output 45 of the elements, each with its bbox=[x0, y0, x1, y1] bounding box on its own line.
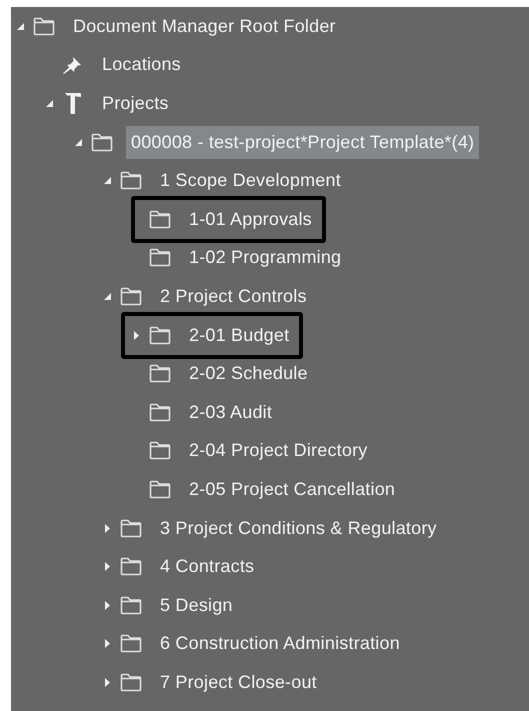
tree-item[interactable]: 2-05 Project Cancellation bbox=[189, 472, 396, 506]
folder-icon bbox=[119, 286, 143, 306]
folder-icon bbox=[119, 518, 143, 538]
collapse-arrow-icon[interactable] bbox=[104, 177, 110, 184]
folder-icon bbox=[119, 557, 143, 576]
tree-item[interactable]: 2-02 Schedule bbox=[189, 357, 308, 390]
tree-item[interactable]: 5 Design bbox=[160, 588, 233, 622]
folder-icon bbox=[148, 210, 172, 229]
collapse-arrow-icon[interactable] bbox=[16, 22, 24, 30]
tree-item[interactable]: Document Manager Root Folder bbox=[73, 10, 336, 43]
expand-arrow-icon[interactable] bbox=[104, 639, 110, 648]
folder-icon bbox=[148, 326, 172, 345]
tree-item[interactable]: 2-01 Budget bbox=[189, 318, 290, 352]
folder-icon bbox=[32, 16, 56, 36]
folder-icon bbox=[119, 171, 143, 190]
folder-icon bbox=[148, 248, 172, 268]
folder-icon bbox=[148, 402, 172, 422]
folder-icon bbox=[119, 596, 143, 615]
expand-arrow-icon[interactable] bbox=[104, 562, 110, 572]
tree-item[interactable]: Projects bbox=[102, 86, 169, 120]
folder-icon bbox=[148, 364, 172, 384]
tree-item[interactable]: 2 Project Controls bbox=[160, 280, 307, 313]
tree-item[interactable]: 000008 - test-project*Project Template*(4) bbox=[126, 126, 480, 159]
folder-icon bbox=[119, 672, 143, 692]
expand-arrow-icon[interactable] bbox=[134, 330, 138, 340]
tree-item[interactable]: 3 Project Conditions & Regulatory bbox=[160, 512, 437, 545]
folder-icon bbox=[90, 132, 114, 152]
tree-item[interactable]: 1-01 Approvals bbox=[189, 202, 312, 236]
expand-arrow-icon[interactable] bbox=[104, 678, 110, 687]
collapse-arrow-icon[interactable] bbox=[74, 138, 82, 146]
folder-icon bbox=[119, 634, 143, 654]
collapse-arrow-icon[interactable] bbox=[104, 292, 110, 300]
tree-item[interactable]: 4 Contracts bbox=[160, 550, 254, 584]
tree-item[interactable]: 1 Scope Development bbox=[160, 164, 341, 198]
collapse-arrow-icon[interactable] bbox=[46, 100, 52, 107]
expand-arrow-icon[interactable] bbox=[104, 524, 110, 533]
tree-item[interactable]: 2-03 Audit bbox=[189, 396, 272, 429]
folder-icon bbox=[148, 441, 172, 460]
tree-item[interactable]: 2-04 Project Directory bbox=[189, 434, 368, 468]
tree-item[interactable]: 7 Project Close-out bbox=[160, 666, 317, 699]
tree-item[interactable]: 6 Construction Administration bbox=[160, 627, 400, 660]
folder-icon bbox=[148, 480, 172, 499]
tree-item[interactable]: Locations bbox=[102, 48, 181, 82]
expand-arrow-icon[interactable] bbox=[104, 600, 110, 610]
tree-item[interactable]: 1-02 Programming bbox=[189, 241, 342, 274]
